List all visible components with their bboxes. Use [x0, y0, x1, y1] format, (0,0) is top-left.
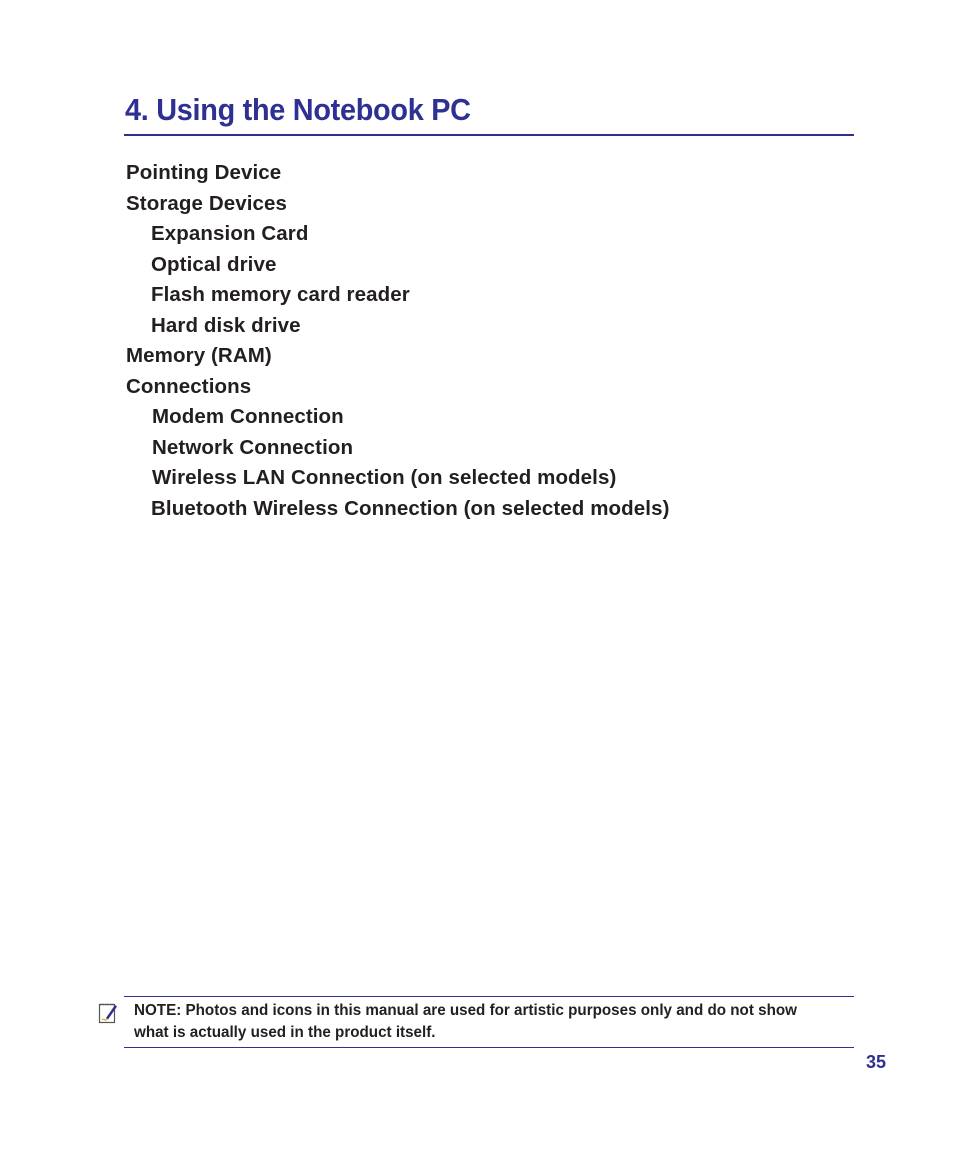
- toc-item-storage-devices: Storage Devices: [126, 191, 288, 215]
- toc-item-modem-connection: Modem Connection: [152, 405, 344, 428]
- toc-item-pointing-device: Pointing Device: [126, 161, 282, 184]
- toc-item-connections: Connections: [126, 374, 252, 398]
- note-text: NOTE: Photos and icons in this manual ar…: [134, 1002, 797, 1041]
- page-title: 4. Using the Notebook PC: [125, 92, 471, 127]
- toc-item-flash-memory-card-reader: Flash memory card reader: [151, 283, 410, 306]
- toc-item-bluetooth-wireless-connection: Bluetooth Wireless Connection (on select…: [151, 496, 670, 520]
- page-number: 35: [866, 1052, 887, 1072]
- notepad-pen-icon: [98, 1001, 120, 1025]
- section-contents-list: Pointing Device Storage Devices Expansio…: [126, 158, 670, 524]
- note-divider-bottom: [124, 1047, 854, 1048]
- toc-item-network-connection: Network Connection: [152, 435, 354, 459]
- title-divider: [124, 134, 854, 136]
- toc-item-memory-ram: Memory (RAM): [126, 344, 272, 367]
- toc-item-hard-disk-drive: Hard disk drive: [151, 313, 301, 337]
- toc-item-optical-drive: Optical drive: [151, 252, 277, 276]
- note-divider-top: [124, 996, 854, 997]
- toc-item-expansion-card: Expansion Card: [151, 222, 309, 245]
- toc-item-wireless-lan-connection: Wireless LAN Connection (on selected mod…: [152, 466, 617, 489]
